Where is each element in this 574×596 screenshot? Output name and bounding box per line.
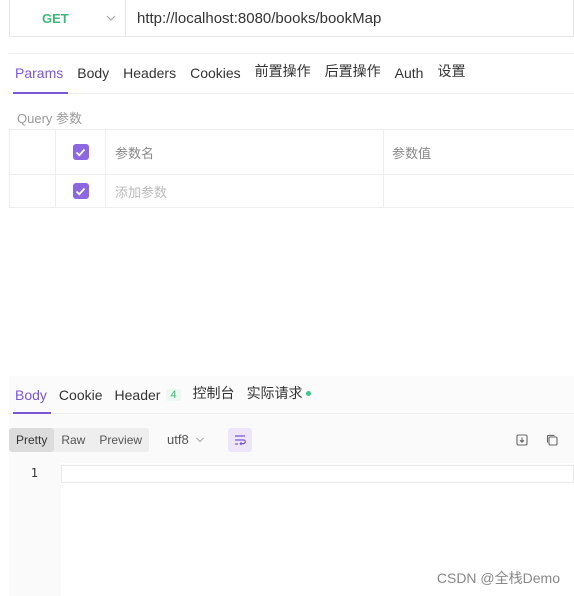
copy-icon[interactable] — [544, 432, 560, 448]
tab-cookies[interactable]: Cookies — [183, 65, 248, 93]
tab-pre-actions[interactable]: 前置操作 — [248, 61, 318, 93]
tab-label: Header — [114, 387, 161, 403]
request-tabs: Params Body Headers Cookies 前置操作 后置操作 Au… — [9, 53, 574, 94]
request-url-bar: GET http://localhost:8080/books/bookMap — [9, 0, 574, 37]
tab-params[interactable]: Params — [9, 65, 70, 94]
add-param-input[interactable]: 添加参数 — [105, 175, 383, 207]
tab-response-body[interactable]: Body — [9, 387, 53, 414]
watermark: CSDN @全栈Demo — [436, 570, 560, 586]
params-row: 添加参数 — [9, 175, 574, 208]
response-tabs: Body Cookie Header 4 控制台 实际请求 — [9, 376, 574, 414]
drag-cell — [9, 130, 55, 174]
tab-post-actions[interactable]: 后置操作 — [318, 61, 388, 93]
tab-label: Body — [15, 387, 47, 403]
line-number: 1 — [30, 466, 38, 480]
view-mode-preview[interactable]: Preview — [92, 428, 149, 452]
response-panel: Body Cookie Header 4 控制台 实际请求 Pretty Raw… — [9, 376, 574, 596]
param-name-header: 参数名 — [105, 130, 383, 174]
drag-cell — [9, 175, 55, 207]
tab-auth[interactable]: Auth — [388, 65, 431, 93]
row-checkbox[interactable] — [72, 183, 89, 199]
encoding-label: utf8 — [167, 432, 189, 447]
chevron-down-icon — [195, 437, 204, 442]
tab-response-header[interactable]: Header 4 — [109, 387, 187, 413]
tab-body[interactable]: Body — [70, 65, 116, 93]
tab-settings[interactable]: 设置 — [430, 61, 472, 93]
wrap-lines-icon — [235, 435, 246, 446]
tab-actual-request[interactable]: 实际请求 — [241, 383, 317, 413]
param-value-header: 参数值 — [383, 130, 574, 174]
header-count-badge: 4 — [166, 389, 181, 401]
params-table: 参数名 参数值 添加参数 — [9, 129, 574, 208]
tab-response-cookie[interactable]: Cookie — [53, 387, 109, 413]
encoding-select[interactable]: utf8 — [167, 432, 205, 447]
view-mode-switch: Pretty Raw Preview — [9, 428, 150, 452]
check-icon — [75, 148, 86, 156]
tab-label: Cookie — [58, 387, 103, 403]
row-checkbox-cell — [55, 175, 105, 207]
tab-headers[interactable]: Headers — [116, 65, 183, 93]
view-mode-pretty[interactable]: Pretty — [9, 428, 55, 452]
method-label: GET — [42, 10, 69, 26]
url-input[interactable]: http://localhost:8080/books/bookMap — [137, 10, 381, 27]
param-value-input[interactable] — [383, 175, 574, 207]
word-wrap-button[interactable] — [228, 428, 252, 452]
method-select[interactable]: GET — [10, 0, 126, 36]
select-all-checkbox[interactable] — [72, 144, 89, 160]
download-icon[interactable] — [514, 432, 530, 448]
view-mode-raw[interactable]: Raw — [54, 428, 92, 452]
response-toolbar: Pretty Raw Preview utf8 — [9, 428, 574, 452]
active-line-highlight — [61, 465, 574, 483]
line-gutter: 1 — [9, 463, 61, 596]
tab-label: 控制台 — [192, 385, 235, 401]
select-all-cell — [55, 130, 105, 174]
check-icon — [75, 187, 86, 195]
tab-console[interactable]: 控制台 — [187, 383, 241, 413]
chevron-down-icon — [106, 15, 116, 21]
query-params-label: Query 参数 — [17, 111, 83, 126]
tab-label: 实际请求 — [246, 385, 303, 401]
params-header-row: 参数名 参数值 — [9, 130, 574, 175]
status-dot — [305, 390, 311, 396]
